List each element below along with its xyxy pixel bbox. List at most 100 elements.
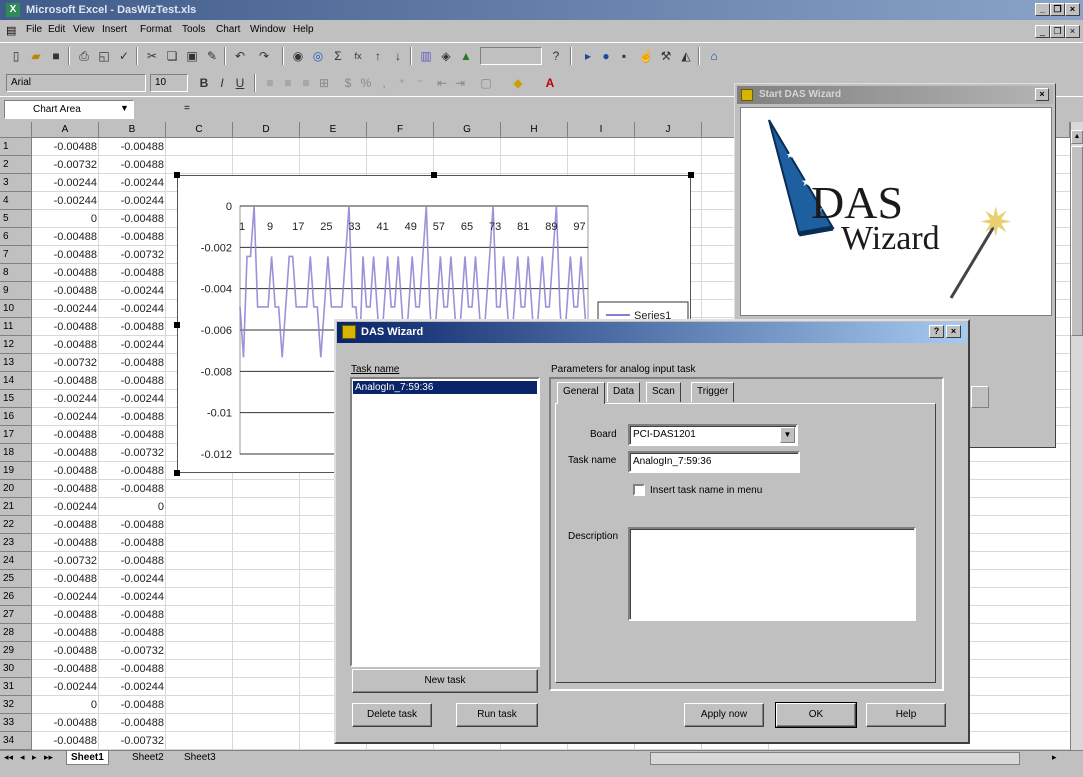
horizontal-scrollbar[interactable] <box>650 752 1020 765</box>
align-center-icon[interactable]: ≡ <box>280 75 296 91</box>
bold-icon[interactable]: B <box>196 75 212 91</box>
sheet-tab-active[interactable]: Sheet1 <box>66 751 109 765</box>
cell-b[interactable]: -0.00488 <box>99 210 166 228</box>
cell-a[interactable]: -0.00244 <box>32 498 99 516</box>
cell-b[interactable]: -0.00732 <box>99 444 166 462</box>
dialog-close-icon[interactable]: × <box>946 325 961 338</box>
scroll-right-icon[interactable]: ▸ <box>1052 752 1057 763</box>
cell-b[interactable]: -0.00732 <box>99 642 166 660</box>
cell-b[interactable]: -0.00488 <box>99 552 166 570</box>
cell-b[interactable]: -0.00488 <box>99 354 166 372</box>
insert-in-menu-checkbox[interactable] <box>633 484 645 496</box>
cell-b[interactable]: -0.00488 <box>99 534 166 552</box>
task-name-input[interactable]: AnalogIn_7:59:36 <box>628 451 800 473</box>
row-header[interactable]: 18 <box>0 444 32 462</box>
das-tools-icon[interactable]: ⚒ <box>658 48 674 64</box>
task-list-item-selected[interactable]: AnalogIn_7:59:36 <box>353 381 537 394</box>
cell-a[interactable]: -0.00244 <box>32 390 99 408</box>
function-icon[interactable]: fx <box>350 48 366 64</box>
cell-b[interactable]: -0.00488 <box>99 660 166 678</box>
minimize-icon[interactable]: _ <box>1035 3 1050 16</box>
cell-b[interactable]: -0.00244 <box>99 390 166 408</box>
vertical-scrollbar[interactable]: ▲ <box>1070 122 1083 750</box>
row-header[interactable]: 23 <box>0 534 32 552</box>
das-record-icon[interactable]: ● <box>598 48 614 64</box>
cell-a[interactable]: -0.00244 <box>32 678 99 696</box>
column-header[interactable]: G <box>434 122 501 138</box>
close-icon[interactable]: × <box>1065 3 1080 16</box>
row-header[interactable]: 25 <box>0 570 32 588</box>
row-header[interactable]: 17 <box>0 426 32 444</box>
hyperlink-icon[interactable]: ◎ <box>310 48 326 64</box>
task-list[interactable]: AnalogIn_7:59:36 <box>350 377 540 667</box>
percent-icon[interactable]: % <box>358 75 374 91</box>
tab-next-icon[interactable]: ▸ <box>32 752 37 763</box>
format-painter-icon[interactable]: ✎ <box>204 48 220 64</box>
row-header[interactable]: 7 <box>0 246 32 264</box>
row-header[interactable]: 34 <box>0 732 32 750</box>
cell-a[interactable]: -0.00488 <box>32 138 99 156</box>
web-toolbar-icon[interactable]: ◉ <box>290 48 306 64</box>
cell-b[interactable]: -0.00244 <box>99 300 166 318</box>
borders-icon[interactable]: ▢ <box>478 75 494 91</box>
row-header[interactable]: 13 <box>0 354 32 372</box>
cell-b[interactable]: -0.00488 <box>99 426 166 444</box>
column-header[interactable]: C <box>166 122 233 138</box>
menu-help[interactable]: Help <box>293 24 314 35</box>
cell-a[interactable]: -0.00488 <box>32 642 99 660</box>
board-dropdown-icon[interactable]: ▼ <box>780 427 795 443</box>
office-assistant-icon[interactable]: ? <box>548 48 564 64</box>
doc-restore-icon[interactable]: ❐ <box>1050 25 1065 38</box>
cell-a[interactable]: -0.00488 <box>32 444 99 462</box>
cell-b[interactable]: -0.00244 <box>99 570 166 588</box>
currency-icon[interactable]: $ <box>340 75 356 91</box>
save-icon[interactable]: ■ <box>48 48 64 64</box>
row-header[interactable]: 3 <box>0 174 32 192</box>
row-header[interactable]: 26 <box>0 588 32 606</box>
column-header[interactable]: H <box>501 122 568 138</box>
row-header[interactable]: 12 <box>0 336 32 354</box>
cell-b[interactable]: -0.00488 <box>99 372 166 390</box>
cell-a[interactable]: -0.00488 <box>32 570 99 588</box>
cell-b[interactable]: -0.00244 <box>99 336 166 354</box>
cell-b[interactable]: -0.00244 <box>99 678 166 696</box>
cell-a[interactable]: -0.00488 <box>32 624 99 642</box>
das-stop-icon[interactable]: ▪ <box>616 48 632 64</box>
cell-a[interactable]: -0.00244 <box>32 588 99 606</box>
row-header[interactable]: 32 <box>0 696 32 714</box>
resize-handle[interactable] <box>688 172 694 178</box>
row-header[interactable]: 2 <box>0 156 32 174</box>
cell-a[interactable]: -0.00732 <box>32 354 99 372</box>
name-box-dropdown-icon[interactable]: ▼ <box>120 103 129 113</box>
cell-b[interactable]: -0.00488 <box>99 318 166 336</box>
row-header[interactable]: 31 <box>0 678 32 696</box>
menu-file[interactable]: File <box>26 24 42 35</box>
column-header[interactable]: J <box>635 122 702 138</box>
column-header[interactable]: I <box>568 122 635 138</box>
scroll-thumb[interactable] <box>1071 146 1083 336</box>
cell-a[interactable]: 0 <box>32 696 99 714</box>
cell-b[interactable]: -0.00488 <box>99 606 166 624</box>
font-name-select[interactable]: Arial <box>6 74 146 92</box>
cell-a[interactable]: -0.00244 <box>32 408 99 426</box>
align-left-icon[interactable]: ≡ <box>262 75 278 91</box>
cell-a[interactable]: -0.00244 <box>32 300 99 318</box>
cell-a[interactable]: -0.00488 <box>32 606 99 624</box>
resize-handle[interactable] <box>174 322 180 328</box>
cell-b[interactable]: -0.00488 <box>99 714 166 732</box>
cell-a[interactable]: -0.00488 <box>32 336 99 354</box>
font-size-select[interactable]: 10 <box>150 74 188 92</box>
cell-a[interactable]: -0.00488 <box>32 372 99 390</box>
cell-a[interactable]: -0.00488 <box>32 732 99 750</box>
cell-b[interactable]: -0.00244 <box>99 174 166 192</box>
resize-handle[interactable] <box>431 172 437 178</box>
menu-view[interactable]: View <box>73 24 95 35</box>
row-header[interactable]: 8 <box>0 264 32 282</box>
row-header[interactable]: 10 <box>0 300 32 318</box>
row-header[interactable]: 6 <box>0 228 32 246</box>
zoom-select[interactable] <box>480 47 542 65</box>
resize-handle[interactable] <box>174 172 180 178</box>
drawing-icon[interactable]: ▲ <box>458 48 474 64</box>
fill-color-icon[interactable]: ◆ <box>510 75 526 91</box>
row-header[interactable]: 30 <box>0 660 32 678</box>
